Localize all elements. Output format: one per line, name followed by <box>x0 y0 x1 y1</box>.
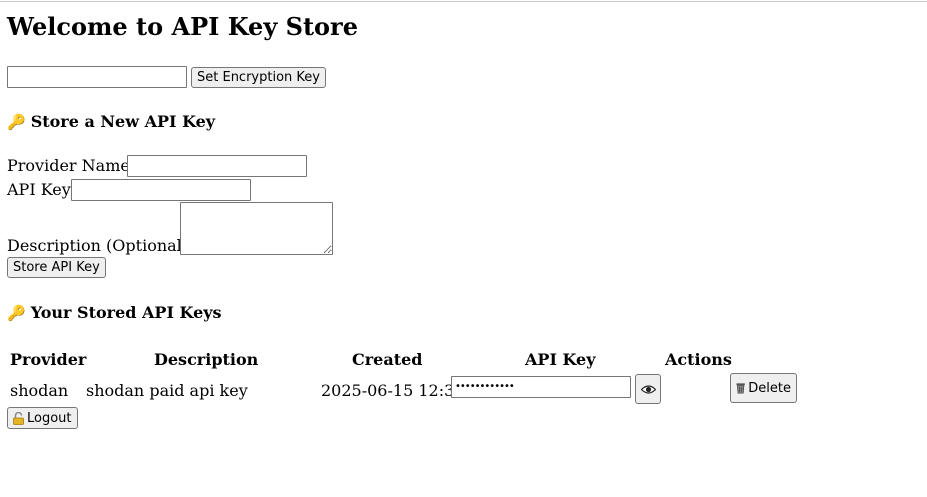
description-label: Description (Optional) <box>7 236 189 255</box>
provider-name-input[interactable] <box>127 155 307 177</box>
encryption-key-input[interactable] <box>7 66 187 88</box>
page-title: Welcome to API Key Store <box>7 12 358 41</box>
key-icon: 🔑 <box>7 113 26 131</box>
top-border <box>0 1 927 2</box>
toggle-visibility-button[interactable] <box>635 374 661 404</box>
store-section-heading: 🔑 Store a New API Key <box>7 112 215 131</box>
api-key-label: API Key <box>7 180 71 199</box>
key-icon: 🔑 <box>7 304 26 322</box>
column-header-api-key: API Key <box>525 350 596 369</box>
masked-api-key-field[interactable]: •••••••••••• <box>451 376 631 398</box>
row-description: shodan paid api key <box>86 381 248 400</box>
api-key-input[interactable] <box>71 179 251 201</box>
padlock-icon <box>13 411 24 425</box>
logout-label: Logout <box>27 410 72 426</box>
delete-button-label: Delete <box>748 380 791 396</box>
delete-button[interactable]: Delete <box>730 373 797 403</box>
column-header-created: Created <box>352 350 423 369</box>
description-textarea[interactable] <box>180 202 333 255</box>
stored-section-heading: 🔑 Your Stored API Keys <box>7 303 222 322</box>
store-api-key-button[interactable]: Store API Key <box>7 257 106 278</box>
trash-icon <box>736 383 745 394</box>
row-created: 2025-06-15 12:34 <box>321 381 465 400</box>
set-encryption-key-button[interactable]: Set Encryption Key <box>191 67 326 88</box>
column-header-actions: Actions <box>665 350 732 369</box>
column-header-description: Description <box>154 350 259 369</box>
column-header-provider: Provider <box>10 350 87 369</box>
eye-icon <box>640 384 656 394</box>
logout-button[interactable]: Logout <box>7 407 78 429</box>
store-section-heading-text: Store a New API Key <box>30 112 216 131</box>
row-provider: shodan <box>10 381 69 400</box>
stored-section-heading-text: Your Stored API Keys <box>30 303 222 322</box>
provider-name-label: Provider Name <box>7 156 130 175</box>
